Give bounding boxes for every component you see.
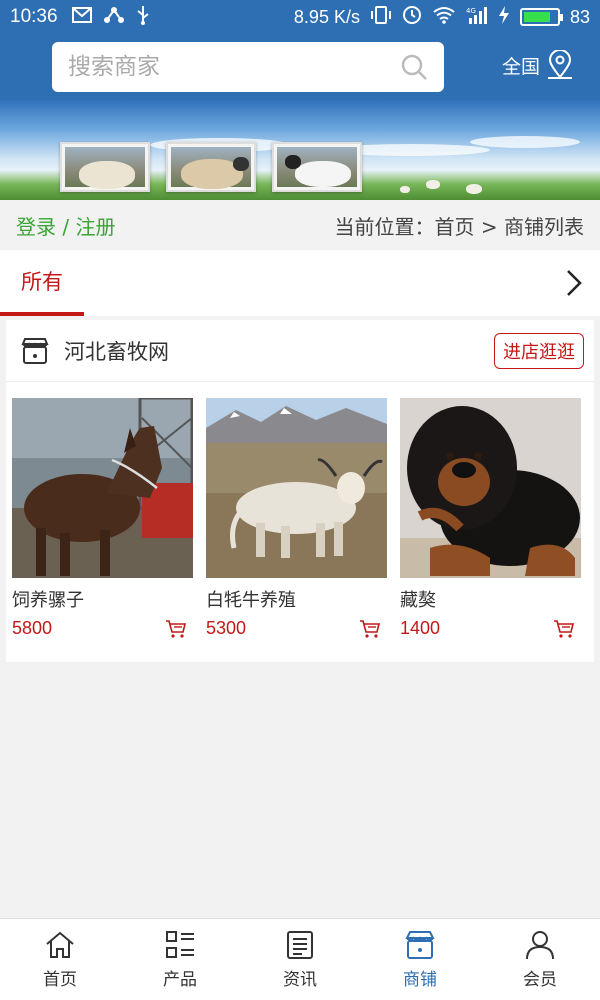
enter-shop-button[interactable]: 进店逛逛 [494,332,584,369]
nav-label: 商铺 [403,970,437,990]
grid-list-icon [166,931,194,958]
banner-photo-3 [272,142,362,192]
usb-icon [136,5,150,29]
nav-label: 会员 [523,970,557,990]
product-price: 5800 [12,618,53,638]
search-bar[interactable] [52,42,444,92]
nav-home[interactable]: 首页 [0,919,120,1000]
status-time: 10:36 [10,6,58,27]
bottom-nav: 首页 产品 资讯 商铺 会员 [0,918,600,1000]
store-icon [21,337,49,364]
message-icon [71,7,92,27]
banner[interactable] [0,100,600,200]
nav-member[interactable]: 会员 [480,919,600,1000]
cart-icon[interactable] [165,619,187,639]
region-label: 全国 [502,55,541,78]
search-input[interactable] [68,54,400,80]
banner-photo-2 [166,142,256,192]
product-image[interactable] [12,398,193,578]
alarm-icon [402,5,422,30]
region-selector[interactable]: 全国 [502,50,574,80]
news-icon [287,931,313,959]
nav-label: 资讯 [283,970,317,990]
product-name[interactable]: 饲养骡子 [12,586,200,612]
shop-header[interactable]: 河北畜牧网 进店逛逛 [6,320,594,382]
product-item[interactable]: 白牦牛养殖 5300 [200,398,394,639]
category-tabs: 所有 [0,250,600,316]
header: 全国 [0,34,600,100]
breadcrumb: 登录 / 注册 当前位置：首页 > 商铺列表 [0,200,600,250]
store-icon [405,931,435,959]
product-image[interactable] [206,398,387,578]
signal-icon: 4G [466,6,488,29]
banner-photo-1 [60,142,150,192]
tab-all[interactable]: 所有 [0,250,84,316]
product-item[interactable]: 藏獒 1400 [394,398,588,639]
shop-card: 河北畜牧网 进店逛逛 饲养骡子 5800 白牦牛养殖 5300 藏獒 1400 [6,320,594,662]
user-icon [526,931,554,960]
battery-icon [519,8,563,26]
svg-text:4G: 4G [466,7,476,15]
network-speed: 8.95 K/s [293,6,360,27]
location-pin-icon [548,50,573,79]
share-icon [103,6,124,28]
product-image[interactable] [400,398,581,578]
product-name[interactable]: 白牦牛养殖 [206,586,394,612]
product-price: 5300 [206,618,247,638]
status-bar: 10:36 8.95 K/s 4G 83 [0,0,600,34]
nav-products[interactable]: 产品 [120,919,240,1000]
nav-label: 产品 [163,970,197,990]
chevron-right-icon[interactable] [562,268,586,298]
wifi-icon [432,6,456,29]
search-icon[interactable] [400,53,428,81]
nav-label: 首页 [43,970,77,990]
shop-name[interactable]: 河北畜牧网 [64,336,169,366]
nav-news[interactable]: 资讯 [240,919,360,1000]
cart-icon[interactable] [359,619,381,639]
product-price: 1400 [400,618,441,638]
home-icon [46,931,74,958]
login-register-link[interactable]: 登录 / 注册 [16,211,115,240]
nav-stores[interactable]: 商铺 [360,919,480,1000]
product-item[interactable]: 饲养骡子 5800 [6,398,200,639]
charging-icon [498,5,510,29]
cart-icon[interactable] [553,619,575,639]
product-name[interactable]: 藏獒 [400,586,588,612]
current-position: 当前位置：首页 > 商铺列表 [334,214,584,239]
vibrate-icon [370,5,392,29]
product-list: 饲养骡子 5800 白牦牛养殖 5300 藏獒 1400 [6,398,594,639]
battery-percent: 83 [569,6,590,27]
